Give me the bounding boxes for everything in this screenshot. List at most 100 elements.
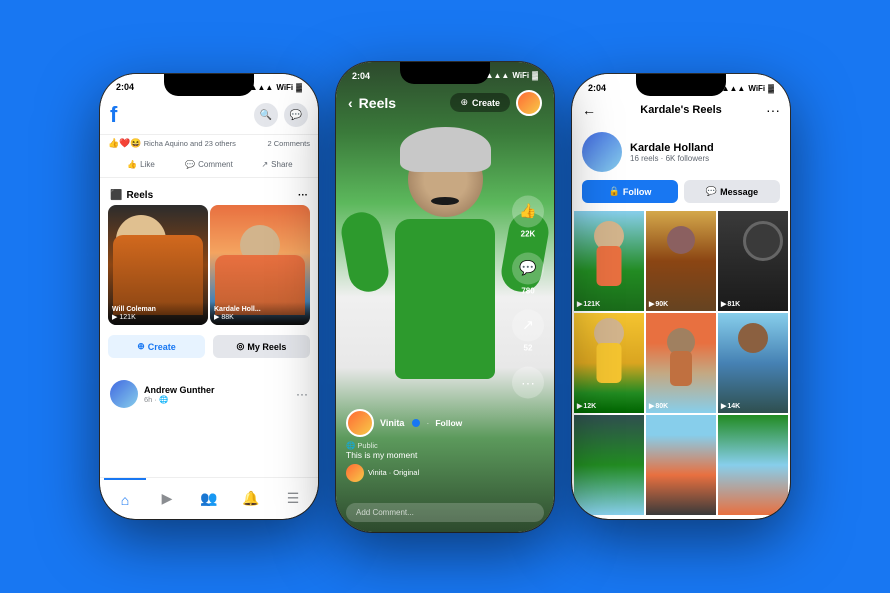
audio-text: Vinita · Original [368,468,419,477]
back-arrow-center[interactable]: ‹ [348,95,353,111]
reel-bg-r2 [646,211,716,311]
profile-text: Kardale Holland 16 reels · 6K followers [630,142,714,163]
nav-menu[interactable]: ☰ [272,478,314,519]
share-icon: ↗ [261,160,268,169]
signal-center: ▲▲▲ [486,71,510,80]
profile-reel-3[interactable]: 81K [718,211,788,311]
status-bar-center: 2:04 ▲▲▲ WiFi ▓ [336,62,554,84]
reels-title-bar: ‹ Reels [348,95,396,111]
reel-bg-r5 [646,313,716,413]
phone-center-screen: 2:04 ▲▲▲ WiFi ▓ ‹ Reels ⊕ Create [336,62,554,532]
post-more-icon[interactable]: ··· [296,387,308,401]
audio-disc-icon [346,464,364,482]
top-bar-right: ⊕ Create [450,90,542,116]
reels-section-header: ⬛ Reels ··· [100,184,318,205]
post-section: Andrew Gunther 6h · 🌐 ··· [100,372,318,416]
like-action[interactable]: 👍 22K [512,195,544,238]
menu-icon: ☰ [287,490,300,507]
profile-reel-8[interactable] [646,415,716,515]
profile-reel-1[interactable]: 121K [574,211,644,311]
share-count: 52 [524,343,533,352]
reel-views-r3: 81K [721,300,740,308]
my-reels-icon: ◎ [237,341,245,352]
nav-home[interactable]: ⌂ [104,478,146,519]
post-name: Andrew Gunther [144,385,290,395]
share-action[interactable]: ↗ 52 [512,309,544,352]
like-action-icon: 👍 [512,195,544,227]
profile-actions: 🔒 Follow 💬 Message [572,180,790,211]
my-reels-button[interactable]: ◎ My Reels [213,335,310,358]
follow-icon: 🔒 [609,186,620,197]
reel-views-2: 88K [214,313,306,321]
comment-input[interactable]: Add Comment... [346,503,544,522]
profile-title: Kardale's Reels [640,104,722,116]
profile-reel-7[interactable] [574,415,644,515]
post-avatar [110,380,138,408]
like-button[interactable]: 👍 Like [108,156,174,173]
comment-action-icon: 💬 [512,252,544,284]
reel-bg-r1 [574,211,644,311]
creator-avatar-top[interactable] [516,90,542,116]
nav-people[interactable]: 👥 [188,478,230,519]
phone-left-screen: 2:04 ▲▲▲ WiFi ▓ f 🔍 💬 👍❤️😆 Ri [100,74,318,519]
video-icon: ▶ [162,490,173,507]
status-icons-left: ▲▲▲ WiFi ▓ [250,83,302,92]
caption: This is my moment [346,450,489,460]
profile-reel-4[interactable]: 12K [574,313,644,413]
nav-bell[interactable]: 🔔 [230,478,272,519]
reels-more-icon[interactable]: ··· [298,190,308,201]
profile-reel-5[interactable]: 80K [646,313,716,413]
reel-views-r4: 12K [577,402,596,410]
reel-bg-r7 [574,415,644,515]
time-right: 2:04 [588,83,606,93]
more-icon-right[interactable]: ··· [766,102,780,118]
comment-action[interactable]: 💬 780 [512,252,544,295]
reel-views-r5: 80K [649,402,668,410]
create-button[interactable]: ⊕ Create [108,335,205,358]
creator-avatar[interactable] [346,409,374,437]
profile-reel-2[interactable]: 90K [646,211,716,311]
reels-section: ⬛ Reels ··· Will Coleman [100,184,318,366]
post-info: Andrew Gunther 6h · 🌐 [144,385,290,404]
messenger-icon[interactable]: 💬 [284,103,308,127]
nav-video[interactable]: ▶ [146,478,188,519]
comment-count: 780 [521,286,534,295]
people-icon: 👥 [200,490,217,507]
like-count: 22K [521,229,536,238]
battery-right: ▓ [768,84,774,93]
comment-icon: 💬 [185,160,195,169]
post-time: 6h · 🌐 [144,395,290,404]
follow-button[interactable]: 🔒 Follow [582,180,678,203]
search-icon[interactable]: 🔍 [254,103,278,127]
follow-button[interactable]: Follow [435,418,462,428]
fb-header-icons: 🔍 💬 [254,103,308,127]
bottom-nav: ⌂ ▶ 👥 🔔 ☰ [100,477,318,519]
message-icon: 💬 [706,186,717,197]
home-icon: ⌂ [121,492,129,508]
reels-title: Reels [126,190,153,201]
reel-views-r1: 121K [577,300,600,308]
reel-item-1[interactable]: Will Coleman 121K [108,205,208,325]
phone-right: 2:04 ▲▲▲ WiFi ▓ ← Kardale's Reels ··· Ka… [572,74,790,519]
share-button[interactable]: ↗ Share [244,156,310,173]
status-icons-right: ▲▲▲ WiFi ▓ [722,84,774,93]
more-action[interactable]: ··· [512,366,544,398]
comments-count: 2 Comments [267,139,310,148]
profile-header: ← Kardale's Reels ··· [572,96,790,124]
reel-info-1: Will Coleman 121K [108,302,208,325]
reaction-text: 👍❤️😆 Richa Aquino and 23 others [108,138,236,149]
reaction-bar: 👍❤️😆 Richa Aquino and 23 others 2 Commen… [100,135,318,152]
reel-item-2[interactable]: Kardale Holl... 88K [210,205,310,325]
comment-bar: Add Comment... [336,503,554,522]
back-icon-right[interactable]: ← [582,102,596,118]
comment-button[interactable]: 💬 Comment [176,156,242,173]
reels-icon: ⬛ [110,190,122,201]
profile-reel-9[interactable] [718,415,788,515]
bell-icon: 🔔 [242,490,259,507]
create-reel-btn[interactable]: ⊕ Create [450,93,510,112]
profile-reel-6[interactable]: 14K [718,313,788,413]
message-button[interactable]: 💬 Message [684,180,780,203]
reel-views-1: 121K [112,313,204,321]
wifi-center: WiFi [512,71,529,80]
public-badge: 🌐 Public [346,441,489,450]
